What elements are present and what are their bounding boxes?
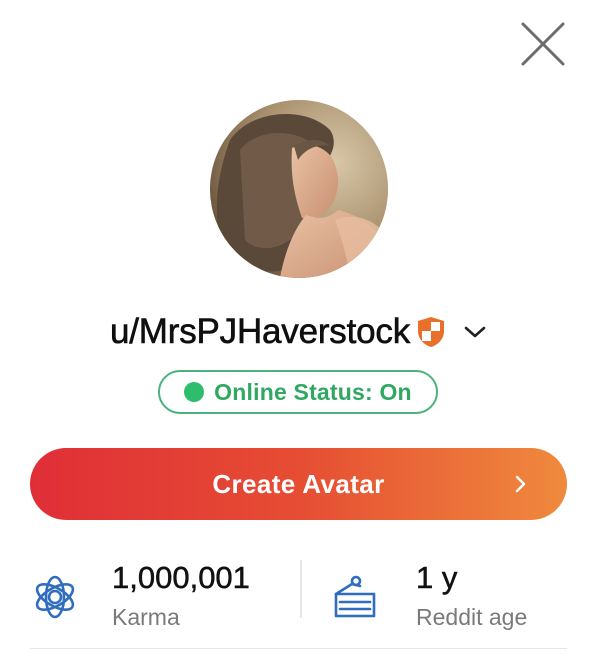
reddit-age-value: 1 y [416,560,458,596]
karma-value: 1,000,001 [112,560,250,596]
chevron-down-icon[interactable] [462,322,488,342]
create-avatar-label: Create Avatar [212,468,385,499]
reddit-age-label: Reddit age [416,604,528,630]
close-icon [521,22,565,66]
cake-icon [330,572,380,622]
username: u/MrsPJHaverstock [110,312,411,352]
avatar[interactable] [210,100,388,278]
create-avatar-button[interactable]: Create Avatar [30,448,567,520]
karma-flower-icon [30,572,80,622]
close-button[interactable] [519,20,567,68]
reddit-age-stat[interactable]: 1 y Reddit age [330,556,570,636]
online-status-toggle[interactable]: Online Status: On [158,370,438,414]
stat-divider [300,560,302,618]
profile-drawer: u/MrsPJHaverstock Online Status: On Crea… [0,0,598,659]
online-indicator-icon [184,382,205,402]
karma-label: Karma [112,604,180,630]
karma-stat[interactable]: 1,000,001 Karma [30,556,290,636]
online-status-label: Online Status: On [214,378,412,405]
section-divider [30,648,567,649]
shield-badge-icon [416,316,446,348]
chevron-right-icon [515,474,527,494]
avatar-photo [210,100,388,278]
username-row[interactable]: u/MrsPJHaverstock [0,306,598,358]
